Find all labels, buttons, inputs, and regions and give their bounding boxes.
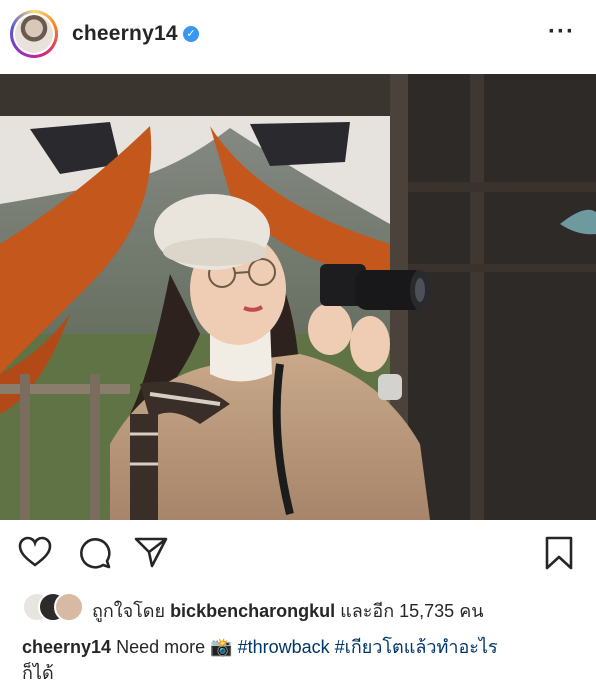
comment-icon[interactable] [78, 536, 112, 575]
likes-count[interactable]: และอีก 15,735 คน [340, 601, 483, 621]
bookmark-icon[interactable] [544, 536, 574, 575]
profile-avatar[interactable] [10, 10, 58, 58]
hashtag-kyoto[interactable]: #เกียวโตแล้วทำอะไร [335, 637, 498, 657]
caption-text: Need more [116, 637, 206, 657]
caption-username[interactable]: cheerny14 [22, 637, 111, 657]
liker-username[interactable]: bickbencharongkul [170, 601, 335, 621]
post-caption: cheerny14 Need more 📸 #throwback #เกียวโ… [22, 634, 582, 686]
likes-prefix: ถูกใจโดย [92, 601, 166, 621]
post-header: cheerny14 ✓ ··· [0, 0, 596, 74]
username-link[interactable]: cheerny14 [72, 22, 178, 46]
ellipsis-icon[interactable]: ··· [548, 18, 575, 46]
hashtag-throwback[interactable]: #throwback [238, 637, 330, 657]
caption-text-end: ก็ได้ [22, 663, 54, 683]
heart-icon[interactable] [18, 536, 52, 573]
likes-text: ถูกใจโดย bickbencharongkul และอีก 15,735… [92, 596, 484, 625]
verified-badge-icon: ✓ [183, 26, 199, 42]
liked-by-avatars[interactable] [22, 592, 88, 622]
avatar [54, 592, 84, 622]
camera-emoji: 📸 [210, 637, 233, 657]
post-photo[interactable] [0, 74, 596, 520]
action-bar [0, 520, 596, 590]
share-icon[interactable] [134, 536, 168, 573]
likes-row: ถูกใจโดย bickbencharongkul และอีก 15,735… [22, 592, 582, 622]
avatar-image [13, 13, 55, 55]
